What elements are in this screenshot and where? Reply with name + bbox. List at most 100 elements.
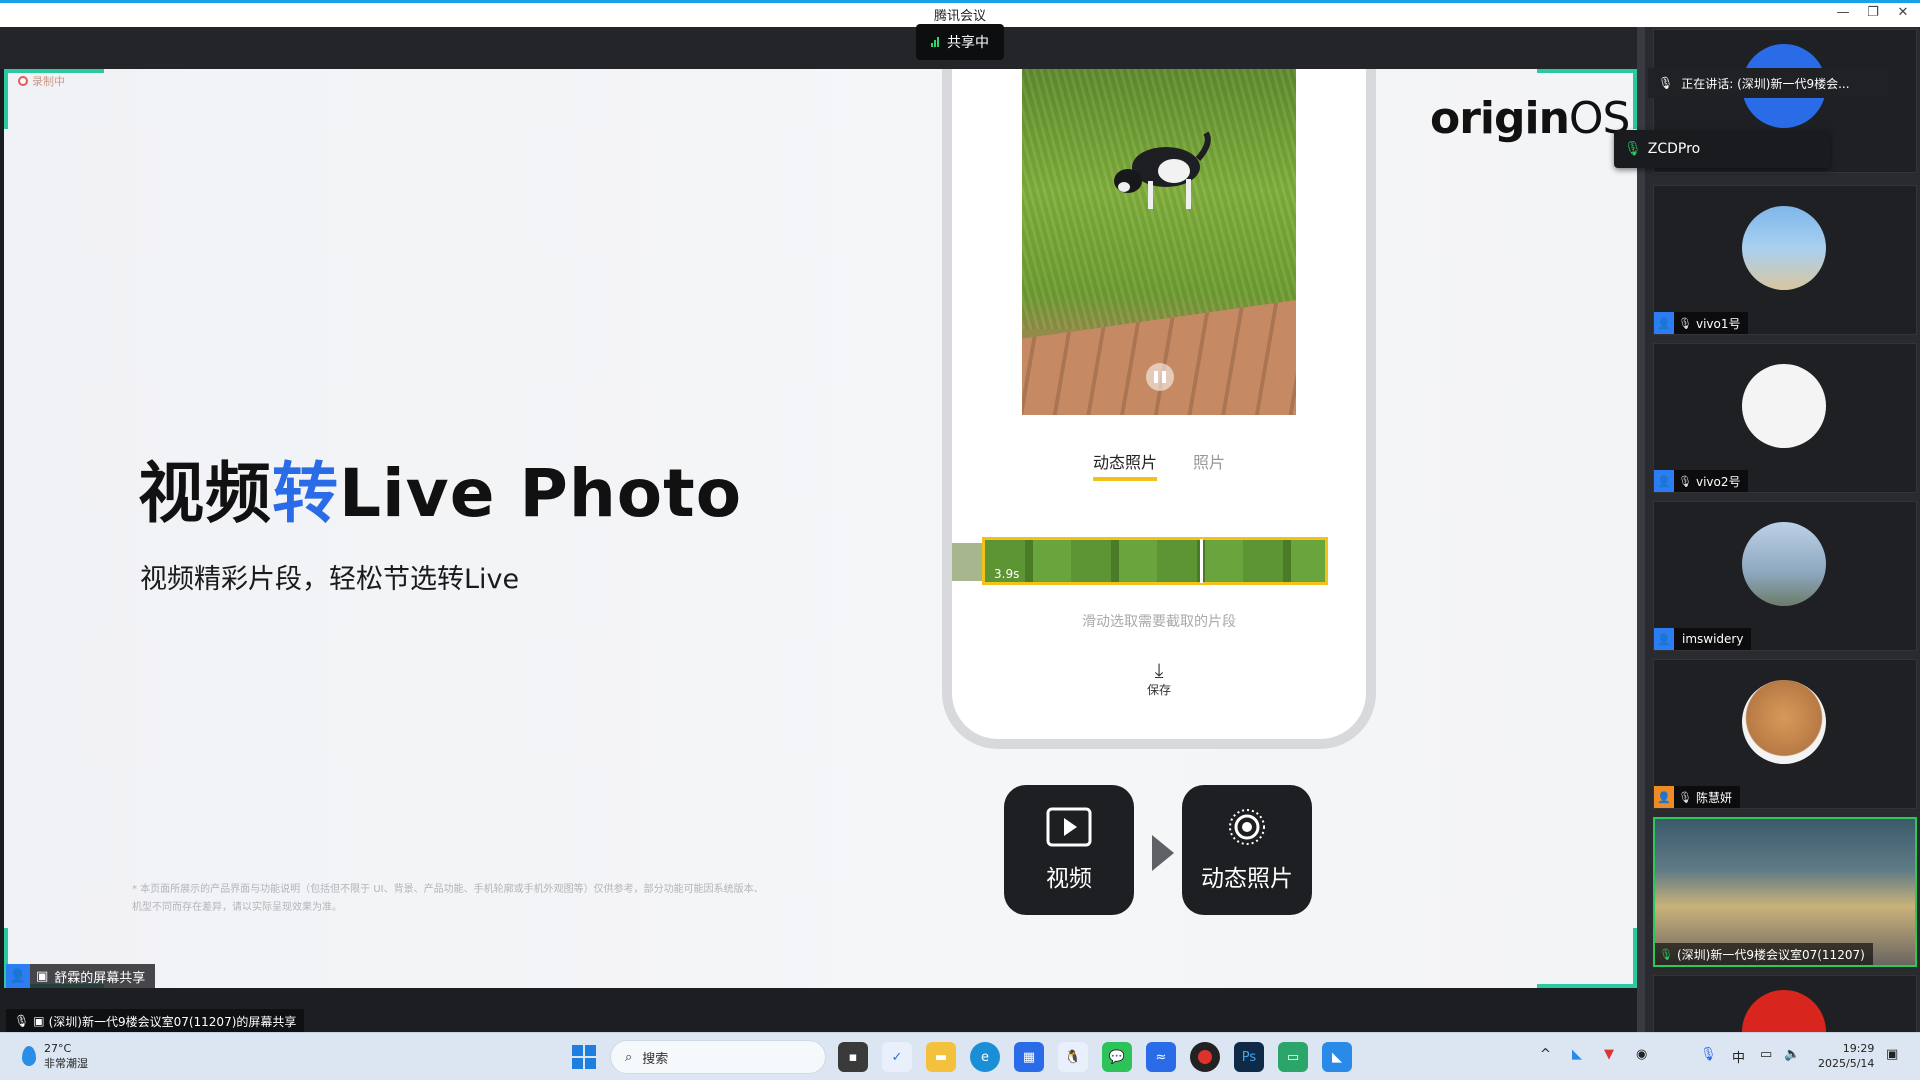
participant-tile-room[interactable]: 🎙 (深圳)新一代9楼会议室07(11207) [1653, 817, 1917, 967]
tray-app-icon[interactable]: ◣ [1572, 1047, 1582, 1062]
avatar [1742, 364, 1826, 448]
participant-name: (深圳)新一代9楼会议室07(11207) [1676, 947, 1865, 962]
mic-active-icon: 🎙 [1659, 947, 1673, 961]
speaking-label: 正在讲话: (深圳)新一代9楼会... [1681, 76, 1850, 91]
sharer-tag: 👤 ▣ 舒霖的屏幕共享 [6, 964, 156, 988]
share-source-text: (深圳)新一代9楼会议室07(11207)的屏幕共享 [48, 1014, 297, 1029]
qq-icon[interactable]: 🐧 [1058, 1042, 1088, 1072]
task-view-icon[interactable]: ▪ [838, 1042, 868, 1072]
close-button[interactable]: ✕ [1888, 5, 1918, 20]
feature-video-card: 视频 [1004, 785, 1134, 915]
wechat-icon[interactable]: 💬 [1102, 1042, 1132, 1072]
feature-video-label: 视频 [1046, 866, 1092, 892]
share-border-corner [1537, 928, 1637, 988]
title-accent: 转 [272, 455, 339, 532]
user-icon: 👤 [1654, 628, 1674, 650]
tab-live-photo[interactable]: 动态照片 [1092, 449, 1157, 481]
participant-popup[interactable]: 🎙 ZCDPro [1614, 130, 1830, 168]
user-icon: 👤 [1654, 786, 1674, 808]
share-toolbar [0, 27, 1637, 69]
app-icon[interactable]: ✓ [882, 1042, 912, 1072]
user-icon: 👤 [6, 964, 30, 988]
screen-share-icon: ▣ [36, 968, 49, 984]
avatar [1742, 522, 1826, 606]
save-label: 保存 [1146, 683, 1171, 697]
participant-name: vivo1号 [1695, 316, 1741, 331]
participant-name-tag: 👤 🎙 陈慧妍 [1654, 786, 1740, 808]
app-icon[interactable]: ▭ [1278, 1042, 1308, 1072]
timeline-hint: 滑动选取需要截取的片段 [1082, 614, 1236, 630]
notification-icon[interactable]: ▣ [1886, 1047, 1898, 1062]
participant-name-tag: 👤 imswidery [1654, 628, 1752, 650]
dog-image [1114, 131, 1211, 209]
slide-disclaimer: * 本页面所展示的产品界面与功能说明（包括但不限于 UI、背景、产品功能、手机轮… [132, 884, 764, 913]
weather-widget[interactable]: 27°C 非常潮湿 [22, 1041, 88, 1071]
sharing-label: 共享中 [947, 35, 989, 51]
share-source-label: 🎙 ▣ (深圳)新一代9楼会议室07(11207)的屏幕共享 [6, 1009, 305, 1033]
weather-desc: 非常潮湿 [44, 1057, 88, 1070]
download-icon: ⤓ [1154, 658, 1164, 682]
minimize-button[interactable]: — [1828, 5, 1858, 20]
participant-tile[interactable] [1653, 975, 1917, 1032]
home-indicator [1082, 739, 1246, 743]
feature-live-card: 动态照片 [1182, 785, 1312, 915]
participant-tile[interactable]: 👤 🎙 陈慧妍 [1653, 659, 1917, 809]
speaking-indicator: 🎙 正在讲话: (深圳)新一代9楼会... [1648, 68, 1888, 98]
clock-time: 19:29 [1842, 1042, 1875, 1055]
app-icon[interactable]: ≈ [1146, 1042, 1176, 1072]
edge-icon[interactable]: e [970, 1042, 1000, 1072]
start-button[interactable] [572, 1045, 596, 1069]
mic-icon[interactable]: 🎙 [1700, 1047, 1717, 1062]
avatar [1742, 206, 1826, 290]
search-icon: ⌕ [625, 1049, 633, 1065]
participant-name-tag: 🎙 (深圳)新一代9楼会议室07(11207) [1655, 943, 1873, 965]
participant-tile[interactable]: 👤 imswidery [1653, 501, 1917, 651]
sharing-indicator[interactable]: 共享中 [916, 24, 1004, 60]
window-title: 腾讯会议 [933, 9, 986, 24]
avatar [1742, 680, 1826, 764]
participant-tile[interactable]: 👤 🎙 vivo1号 [1653, 185, 1917, 335]
system-clock[interactable]: 19:29 2025/5/14 [1818, 1041, 1874, 1071]
ime-indicator[interactable]: 中 [1732, 1047, 1745, 1066]
record-app-icon[interactable] [1190, 1042, 1220, 1072]
photoshop-icon[interactable]: Ps [1234, 1042, 1264, 1072]
participant-sidebar: 👤 🎙 vivo1号 👤 🎙 vivo2号 👤 imswidery 👤 🎙 陈慧妍 🎙 (深圳)… [1637, 27, 1920, 1032]
tray-app-icon[interactable]: ▼ [1604, 1047, 1614, 1062]
mic-muted-icon: 🎙 [1678, 316, 1692, 330]
participant-name: imswidery [1682, 632, 1744, 646]
volume-icon[interactable]: 🔈 [1784, 1047, 1800, 1062]
maximize-button[interactable]: ❐ [1858, 5, 1888, 20]
live-photo-icon [1229, 809, 1265, 845]
timeline-selection[interactable] [982, 537, 1328, 585]
shared-screen: 录制中 originOS 视频转Live Photo 视频精彩片段，轻松节选转L… [4, 69, 1637, 988]
mic-icon: 🎙 [1658, 76, 1674, 90]
pause-button[interactable] [1146, 363, 1174, 391]
participant-name-tag: 👤 🎙 vivo1号 [1654, 312, 1749, 334]
window-titlebar: 腾讯会议 — ❐ ✕ [0, 0, 1920, 27]
feature-live-label: 动态照片 [1201, 866, 1293, 892]
video-play-icon [1046, 807, 1092, 847]
taskbar-search[interactable]: ⌕ 搜索 [610, 1040, 826, 1074]
arrow-right-icon [1152, 835, 1174, 871]
participant-tile[interactable]: 👤 🎙 vivo2号 [1653, 343, 1917, 493]
store-icon[interactable]: ▦ [1014, 1042, 1044, 1072]
save-button[interactable]: ⤓ 保存 [952, 659, 1366, 698]
mic-muted-icon: 🎙 [1678, 474, 1692, 488]
tencent-meeting-icon[interactable]: ◣ [1322, 1042, 1352, 1072]
network-icon[interactable]: ▭ [1760, 1047, 1772, 1062]
chevron-up-icon[interactable]: ^ [1540, 1047, 1551, 1062]
timeline-playhead[interactable] [1200, 539, 1203, 583]
mic-muted-icon: 🎙 [1678, 790, 1692, 804]
sharer-label: 舒霖的屏幕共享 [54, 970, 146, 986]
participant-name-tag: 👤 🎙 vivo2号 [1654, 470, 1749, 492]
title-part-2: Live Photo [339, 455, 743, 532]
file-explorer-icon[interactable]: ▬ [926, 1042, 956, 1072]
participant-name: vivo2号 [1695, 474, 1741, 489]
tab-photo[interactable]: 照片 [1193, 449, 1225, 481]
timeline-unselected [952, 543, 982, 581]
clip-timeline[interactable]: 3.9s [952, 535, 1332, 587]
photo-mode-tabs: 动态照片 照片 [952, 449, 1366, 481]
tray-app-icon[interactable]: ◉ [1636, 1047, 1647, 1062]
mic-icon: 🎙 [14, 1014, 30, 1028]
popup-name: ZCDPro [1647, 141, 1701, 157]
